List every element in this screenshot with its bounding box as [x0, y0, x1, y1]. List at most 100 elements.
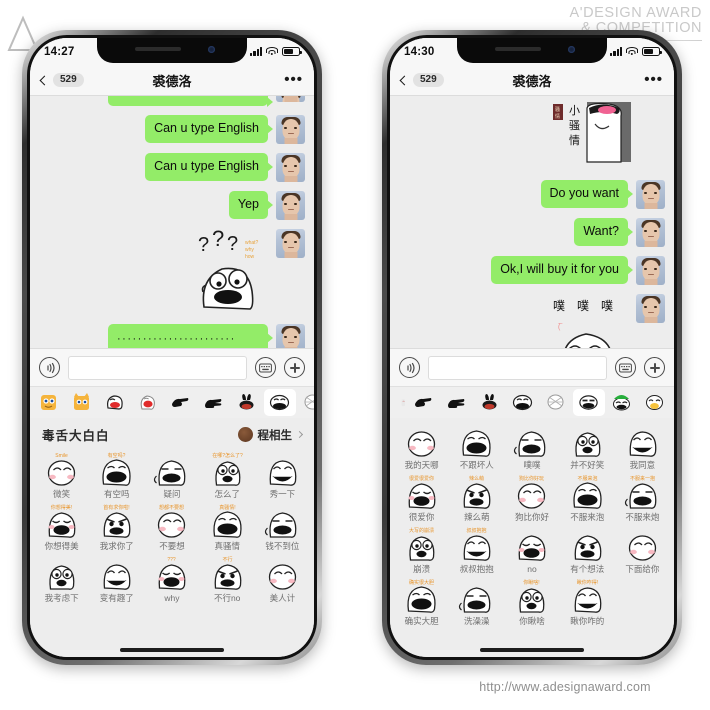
sticker-cell[interactable]: 变有趣了: [89, 552, 144, 604]
flirty-sticker[interactable]: 真骚情!: [206, 502, 249, 540]
why-sticker[interactable]: ???: [150, 554, 193, 592]
sticker-tab-cat-1[interactable]: [33, 389, 65, 416]
sticker-cell[interactable]: 钱不到位: [255, 500, 310, 552]
home-indicator[interactable]: [120, 648, 224, 652]
below-sticker[interactable]: [621, 525, 664, 563]
no-money-sticker[interactable]: [261, 502, 304, 540]
sticker-tab-open-mouth[interactable]: [99, 389, 131, 416]
avatar[interactable]: [276, 324, 305, 348]
sticker-tab-pointing-hand-1[interactable]: [165, 389, 197, 416]
sticker-pack-header[interactable]: 毒舌大白白 程相生: [30, 418, 314, 448]
bold-sticker[interactable]: 确实很大胆: [400, 577, 443, 615]
smile-sticker[interactable]: Smile: [40, 450, 83, 488]
free-sticker[interactable]: 有空吗?: [95, 450, 138, 488]
chat-bubble[interactable]: Want?: [574, 218, 633, 246]
sticker-cell[interactable]: 想都不要想 不要想: [144, 500, 199, 552]
sticker-tab-pointing-hand-1[interactable]: [408, 389, 440, 416]
sticker-panel-left[interactable]: 毒舌大白白 程相生 Smile 微笑 有空吗? 有空吗 疑问 在哪?怎么了? 怎…: [30, 418, 314, 657]
sticker-cell[interactable]: 叔叔抱抱 叔叔抱抱: [449, 523, 504, 575]
sticker-tab-duck-face[interactable]: [639, 389, 671, 416]
avatar[interactable]: [276, 115, 305, 144]
keyboard-icon[interactable]: [255, 357, 276, 378]
chat-messages-right[interactable]: 骚 情 小 骚 情 Do you want Want? Ok,I will bu…: [390, 96, 674, 348]
sticker-cell[interactable]: 洗澡澡: [449, 575, 504, 627]
sowhat-sticker[interactable]: 瞅你咋得!: [566, 577, 609, 615]
uncle-hug-sticker[interactable]: 叔叔抱抱: [455, 525, 498, 563]
breakdown-sticker[interactable]: 大写的崩溃: [400, 525, 443, 563]
message-input[interactable]: [68, 355, 247, 380]
consider-sticker[interactable]: [40, 554, 83, 592]
comepool-sticker[interactable]: 不服来泡: [566, 473, 609, 511]
sticker-cell[interactable]: 我同意: [615, 419, 670, 471]
no-way-sticker[interactable]: 不行: [206, 554, 249, 592]
sticker-cell[interactable]: 你瞅啥! 你瞅啥: [504, 575, 559, 627]
notfunny-sticker[interactable]: [566, 421, 609, 459]
chat-bubble[interactable]: Yep: [228, 191, 274, 219]
sticker-tab-scribble-face[interactable]: [297, 389, 314, 416]
avatar[interactable]: [636, 256, 665, 285]
question-shock-sticker[interactable]: ? ? ? what? why how: [182, 229, 268, 315]
sticker-cell[interactable]: 狗比你好玩 狗比你好: [504, 471, 559, 523]
sticker-cell[interactable]: 我考虑下: [34, 552, 89, 604]
sticker-cell[interactable]: 大写的崩溃 崩溃: [394, 523, 449, 575]
sticker-tab-red-mouth[interactable]: [132, 389, 164, 416]
sticker-tab-bunny[interactable]: [474, 389, 506, 416]
agree-sticker[interactable]: [621, 421, 664, 459]
loveyou-sticker[interactable]: 很爱很爱你: [400, 473, 443, 511]
sticker-grid-left[interactable]: Smile 微笑 有空吗? 有空吗 疑问 在哪?怎么了? 怎么了 秀一下 你想得美! …: [30, 448, 314, 604]
sticker-cell[interactable]: 我的天哪: [394, 419, 449, 471]
dogbetter-sticker[interactable]: 狗比你好玩: [510, 473, 553, 511]
no-sticker[interactable]: [510, 525, 553, 563]
plus-icon[interactable]: [284, 357, 305, 378]
sticker-cell[interactable]: 噗噗: [504, 419, 559, 471]
sticker-cell[interactable]: 不行 不行no: [200, 552, 255, 604]
sticker-cell[interactable]: 瞅你咋得! 瞅你咋的: [560, 575, 615, 627]
showoff-sticker[interactable]: [261, 450, 304, 488]
sticker-cell[interactable]: 不服来泡 不服来泡: [560, 471, 615, 523]
idea-sticker[interactable]: [566, 525, 609, 563]
voice-icon[interactable]: [39, 357, 60, 378]
sticker-tab-pointing-hand-2[interactable]: [441, 389, 473, 416]
fun-sticker[interactable]: [95, 554, 138, 592]
chat-bubble-dots[interactable]: ·······················: [108, 324, 273, 348]
sticker-cell[interactable]: 不服来一抱 不服来炮: [615, 471, 670, 523]
sticker-cell[interactable]: 你想得美! 你想得美: [34, 500, 89, 552]
sticker-cell[interactable]: 美人计: [255, 552, 310, 604]
doubt-sticker[interactable]: [150, 450, 193, 488]
omg-sticker[interactable]: [400, 421, 443, 459]
avatar[interactable]: [276, 153, 305, 182]
sticker-tab-partial[interactable]: [393, 389, 407, 416]
sticker-cell[interactable]: 有空吗? 有空吗: [89, 448, 144, 500]
sticker-tab-grin-face[interactable]: [507, 389, 539, 416]
sticker-grid-right[interactable]: 我的天哪 不跟坏人 噗噗 并不好笑 我同意 很爱很爱你 很爱你 辣么萌 辣么萌 狗比你…: [390, 418, 674, 627]
sticker-tab-scribble-face[interactable]: [540, 389, 572, 416]
whatsup-sticker[interactable]: 在哪?怎么了?: [206, 450, 249, 488]
sticker-cell[interactable]: 并不好笑: [560, 419, 615, 471]
sticker-cell[interactable]: 有个想法: [560, 523, 615, 575]
sticker-pack-author[interactable]: 程相生: [237, 427, 304, 443]
chat-bubble[interactable]: [108, 96, 273, 107]
more-dots-icon[interactable]: •••: [644, 72, 663, 87]
sticker-tab-cat-2[interactable]: [66, 389, 98, 416]
chat-bubble[interactable]: Can u type English: [145, 115, 273, 143]
sticker-tab-smirk-face[interactable]: [572, 389, 605, 416]
plus-icon[interactable]: [644, 357, 665, 378]
sticker-cell[interactable]: Smile 微笑: [34, 448, 89, 500]
sticker-cell[interactable]: 在哪?怎么了? 怎么了: [200, 448, 255, 500]
sticker-cell[interactable]: 下面给你: [615, 523, 670, 575]
back-button[interactable]: 529: [39, 73, 84, 87]
sticker-cell[interactable]: 不跟坏人: [449, 419, 504, 471]
giggle-sticker[interactable]: 噗 噗 噗 (̅ 捂: [542, 294, 628, 348]
comefight-sticker[interactable]: 不服来一抱: [621, 473, 664, 511]
dont-think-sticker[interactable]: 想都不要想: [150, 502, 193, 540]
puff-sticker[interactable]: [510, 421, 553, 459]
sticker-cell[interactable]: ??? why: [144, 552, 199, 604]
beg-sticker[interactable]: 首有求你啦!: [95, 502, 138, 540]
sticker-tab-strip-left[interactable]: [30, 386, 314, 418]
bath-sticker[interactable]: [455, 577, 498, 615]
dream-on-sticker[interactable]: 你想得美!: [40, 502, 83, 540]
sticker-cell[interactable]: no: [504, 523, 559, 575]
chat-messages-left[interactable]: Can u type English Can u type English Ye…: [30, 96, 314, 348]
chat-bubble[interactable]: Ok,I will buy it for you: [491, 256, 633, 284]
no-badguy-sticker[interactable]: [455, 421, 498, 459]
